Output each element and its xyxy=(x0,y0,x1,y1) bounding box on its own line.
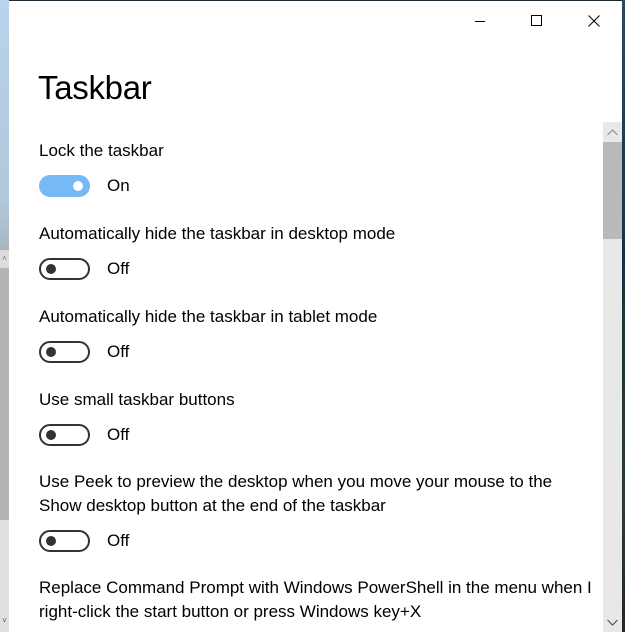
setting-autohide-desktop: Automatically hide the taskbar in deskto… xyxy=(39,222,599,282)
autohide-desktop-toggle[interactable] xyxy=(39,258,90,280)
toggle-knob xyxy=(46,347,56,357)
background-window-edge: ˄ ˅ xyxy=(0,0,9,632)
scroll-up-button[interactable] xyxy=(603,122,622,142)
toggle-knob xyxy=(73,181,83,191)
toggle-knob xyxy=(46,264,56,274)
settings-window: Taskbar Lock the taskbar On Automaticall… xyxy=(9,1,622,632)
vertical-scrollbar[interactable] xyxy=(603,122,622,632)
minimize-button[interactable] xyxy=(457,1,503,41)
lock-taskbar-toggle[interactable] xyxy=(39,175,90,197)
scroll-down-button[interactable] xyxy=(603,612,622,632)
chevron-up-icon xyxy=(607,128,618,135)
toggle-state-label: Off xyxy=(107,342,130,361)
small-buttons-toggle[interactable] xyxy=(39,424,90,446)
maximize-button[interactable] xyxy=(514,1,560,41)
chevron-down-icon xyxy=(607,619,618,626)
toggle-knob xyxy=(46,536,56,546)
setting-small-buttons: Use small taskbar buttons Off xyxy=(39,388,599,448)
title-bar[interactable] xyxy=(9,1,622,41)
close-icon xyxy=(588,15,600,27)
toggle-state-label: Off xyxy=(107,531,130,550)
toggle-state-label: Off xyxy=(107,259,130,278)
page-title: Taskbar xyxy=(38,69,152,106)
maximize-icon xyxy=(531,15,542,26)
background-scroll-down-icon: ˅ xyxy=(2,616,7,625)
scrollbar-thumb[interactable] xyxy=(603,142,622,239)
setting-autohide-tablet: Automatically hide the taskbar in tablet… xyxy=(39,305,599,365)
setting-label: Automatically hide the taskbar in deskto… xyxy=(39,224,396,243)
close-button[interactable] xyxy=(571,1,617,41)
toggle-knob xyxy=(46,430,56,440)
setting-lock-taskbar: Lock the taskbar On xyxy=(39,139,599,199)
autohide-tablet-toggle[interactable] xyxy=(39,341,90,363)
peek-toggle[interactable] xyxy=(39,530,90,552)
minimize-icon xyxy=(475,21,485,22)
setting-label: Automatically hide the taskbar in tablet… xyxy=(39,307,378,326)
setting-label: Lock the taskbar xyxy=(39,141,164,160)
setting-peek: Use Peek to preview the desktop when you… xyxy=(39,470,599,554)
toggle-state-label: Off xyxy=(107,425,130,444)
setting-label: Use small taskbar buttons xyxy=(39,390,235,409)
background-scrollbar-thumb xyxy=(0,268,9,520)
setting-label: Replace Command Prompt with Windows Powe… xyxy=(39,578,592,621)
setting-powershell: Replace Command Prompt with Windows Powe… xyxy=(39,576,599,624)
setting-label: Use Peek to preview the desktop when you… xyxy=(39,472,553,515)
background-scroll-up-icon: ˄ xyxy=(0,250,9,268)
toggle-state-label: On xyxy=(107,176,130,195)
